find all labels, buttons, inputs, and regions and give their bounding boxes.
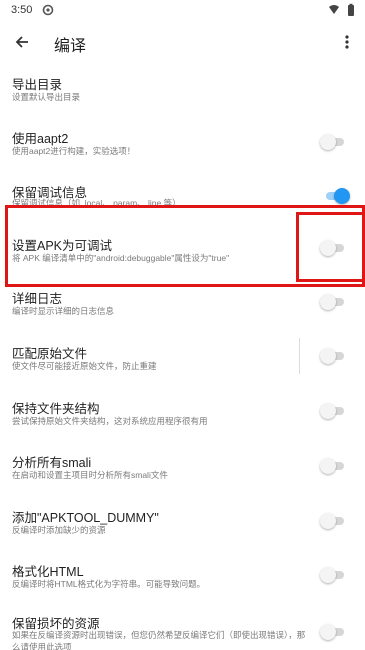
setting-match-original[interactable]: 匹配原始文件 使文件尽可能接近原始文件，防止重建	[0, 338, 365, 378]
setting-analyze-smali[interactable]: 分析所有smali 在启动和设置主项目时分析所有smali文件	[0, 448, 365, 488]
setting-verbose-log[interactable]: 详细日志 编译时显示详细的日志信息	[0, 284, 365, 324]
toggle-analyze-smali[interactable]	[320, 458, 346, 474]
setting-keep-broken-resources[interactable]: 保留损坏的资源 如果在反编译资源时出现错误，但您仍然希望反编译它们（即使出现错误…	[0, 610, 365, 650]
arrow-back-icon	[15, 36, 28, 48]
battery-icon	[348, 3, 354, 16]
setting-summary: 使用aapt2进行构建，实验选项！	[12, 146, 136, 156]
setting-summary: 反编译时添加缺少的资源	[12, 525, 106, 535]
settings-notification-icon	[42, 4, 54, 16]
highlight-box-toggle	[296, 212, 365, 282]
back-button[interactable]	[8, 28, 36, 56]
setting-summary: 设置默认导出目录	[12, 92, 81, 102]
setting-summary: 使文件尽可能接近原始文件，防止重建	[12, 361, 157, 371]
wifi-icon	[329, 5, 339, 14]
setting-summary: 在启动和设置主项目时分析所有smali文件	[12, 470, 168, 480]
toggle-apktool-dummy[interactable]	[320, 513, 346, 529]
setting-summary: 反编译时将HTML格式化为字符串。可能导致问题。	[12, 579, 206, 589]
more-vert-icon	[345, 35, 349, 49]
vertical-divider	[299, 338, 300, 374]
toggle-keep-folder-structure[interactable]	[320, 403, 346, 419]
toggle-format-html[interactable]	[320, 567, 346, 583]
setting-use-aapt2[interactable]: 使用aapt2 使用aapt2进行构建，实验选项！	[0, 118, 365, 170]
toggle-keep-broken-resources[interactable]	[320, 624, 346, 640]
setting-keep-folder-structure[interactable]: 保持文件夹结构 尝试保持原始文件夹结构，这对系统应用程序很有用	[0, 393, 365, 433]
setting-export-directory[interactable]: 导出目录 设置默认导出目录	[0, 62, 365, 114]
status-bar: 3:50	[0, 0, 365, 22]
setting-format-html[interactable]: 格式化HTML 反编译时将HTML格式化为字符串。可能导致问题。	[0, 557, 365, 597]
toggle-use-aapt2[interactable]	[320, 134, 346, 150]
setting-summary: 编译时显示详细的日志信息	[12, 306, 115, 316]
toggle-match-original[interactable]	[320, 348, 346, 364]
setting-summary: 尝试保持原始文件夹结构，这对系统应用程序很有用	[12, 416, 208, 426]
overflow-menu-button[interactable]	[337, 28, 357, 56]
toggle-keep-debug-info[interactable]	[324, 188, 350, 204]
setting-summary: 如果在反编译资源时出现错误，但您仍然希望反编译它们（即使出现错误），那么请使用此…	[12, 630, 306, 650]
app-bar: 编译	[0, 22, 365, 62]
status-time: 3:50	[11, 4, 33, 16]
status-icons	[329, 3, 354, 16]
page-title: 编译	[54, 38, 87, 55]
setting-apktool-dummy[interactable]: 添加"APKTOOL_DUMMY" 反编译时添加缺少的资源	[0, 503, 365, 543]
toggle-verbose-log[interactable]	[320, 294, 346, 310]
